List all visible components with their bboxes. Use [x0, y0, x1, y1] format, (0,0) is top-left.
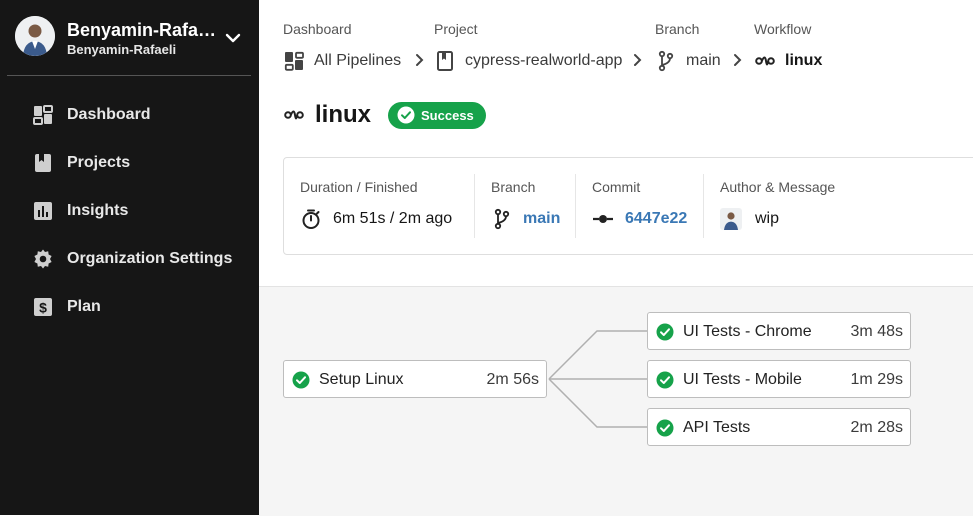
job-name: Setup Linux [319, 371, 404, 388]
job-ui-tests-chrome[interactable]: UI Tests - Chrome 3m 48s [647, 312, 911, 350]
check-circle-icon [656, 419, 674, 437]
job-duration: 2m 28s [850, 419, 903, 436]
job-duration: 1m 29s [850, 371, 903, 388]
job-name: UI Tests - Chrome [683, 323, 812, 340]
job-setup-linux[interactable]: Setup Linux 2m 56s [283, 360, 547, 398]
job-name: API Tests [683, 419, 751, 436]
job-ui-tests-mobile[interactable]: UI Tests - Mobile 1m 29s [647, 360, 911, 398]
check-circle-icon [656, 371, 674, 389]
job-api-tests[interactable]: API Tests 2m 28s [647, 408, 911, 446]
check-circle-icon [292, 371, 310, 389]
job-duration: 3m 48s [850, 323, 903, 340]
job-duration: 2m 56s [486, 371, 539, 388]
job-name: UI Tests - Mobile [683, 371, 802, 388]
check-circle-icon [656, 323, 674, 341]
